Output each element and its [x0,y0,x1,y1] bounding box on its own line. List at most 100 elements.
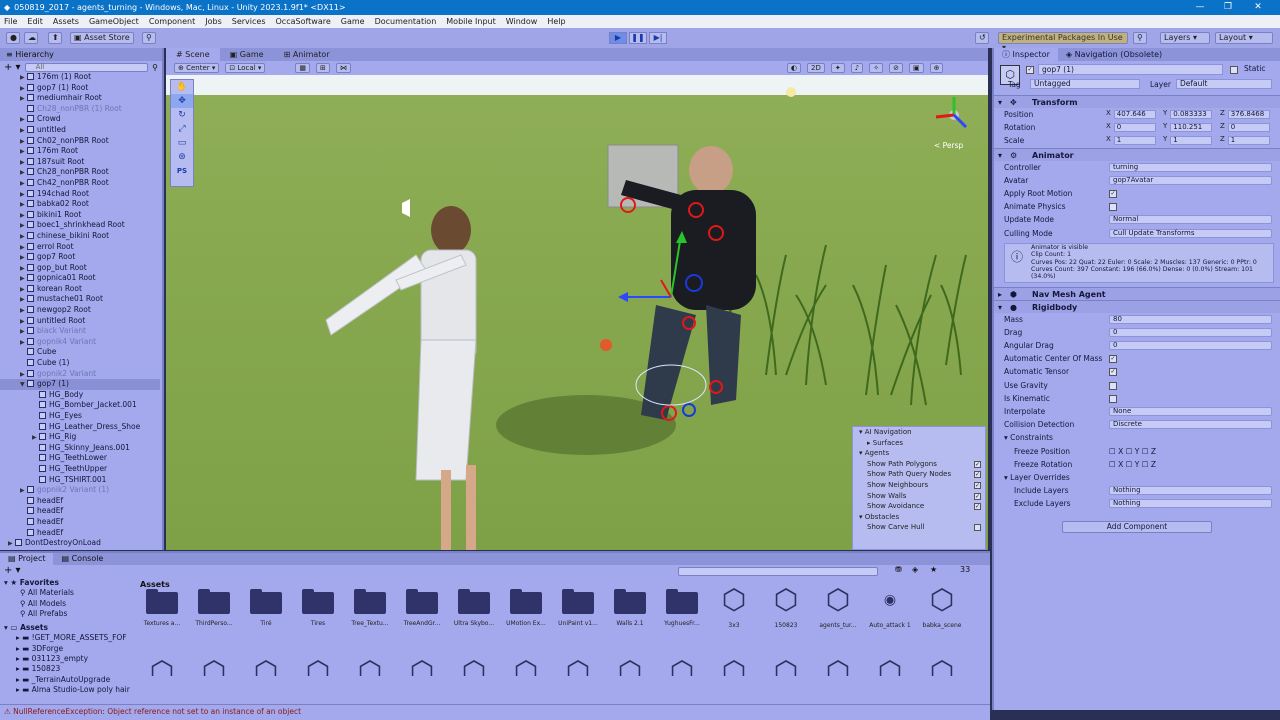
freeze-position-axes[interactable]: ☐ X ☐ Y ☐ Z [1109,445,1156,458]
ps-tool[interactable]: PS [171,164,193,178]
collab-icon[interactable]: ⬆ [48,32,62,44]
menu-item-occasoftware[interactable]: OccaSoftware [276,17,331,26]
asset-item-partial[interactable]: ⬡ [346,656,394,676]
animator-update-mode-field[interactable]: Normal [1109,215,1272,225]
hierarchy-item[interactable]: ▶ Crowd [0,114,160,125]
hand-tool-icon[interactable]: ✋ [171,80,193,94]
hierarchy-item[interactable]: HG_TSHIRT.001 [0,475,160,486]
hierarchy-item[interactable]: headEf [0,506,160,517]
transform-rotation-x[interactable]: X0 [1106,123,1156,133]
asset-item[interactable]: Tree_Textu... [346,584,394,627]
audio-source-icon[interactable] [402,199,410,217]
favorite-item[interactable]: ⚲ All Models [0,599,134,609]
obstacle-option-checkbox[interactable] [974,524,981,532]
menu-item-services[interactable]: Services [232,17,266,26]
hierarchy-item[interactable]: ▶ gopnik4 Variant [0,337,160,348]
favorite-icon[interactable]: ★ [930,565,937,574]
hierarchy-item[interactable]: HG_Bomber_Jacket.001 [0,400,160,411]
asset-item[interactable]: Ultra Skybo... [450,584,498,627]
rigidbody-drag-field[interactable]: 0 [1109,327,1272,337]
animator-controller-field[interactable]: turning [1109,162,1272,172]
asset-folder-item[interactable]: ▸ ▬ Alma Studio-Low poly hair [0,685,134,695]
transform-header[interactable]: ▾ ✥ Transform [994,95,1280,108]
2d-toggle[interactable]: 2D [807,63,825,73]
layer-dropdown[interactable]: Default [1176,79,1272,89]
add-icon[interactable]: + ▾ [4,62,21,73]
asset-item[interactable]: YughuesFr... [658,584,706,627]
rigidbody-is-kinematic-checkbox[interactable] [1109,394,1117,403]
asset-folder-item[interactable]: ▸ ▬ 150823 [0,664,134,674]
status-message[interactable]: NullReferenceException: Object reference… [13,707,301,716]
character-woman[interactable] [325,206,477,550]
space-dropdown[interactable]: ⊡ Local ▾ [225,63,266,73]
rigidbody-automatic-center-of-mass-checkbox[interactable]: ✓ [1109,355,1117,364]
maximize-button[interactable]: ❐ [1213,0,1243,15]
transform-position-x-field[interactable]: 407.646 [1113,110,1156,119]
hierarchy-item[interactable]: headEf [0,528,160,539]
exclude-layers-dropdown[interactable]: Nothing [1109,499,1272,509]
rigidbody-header[interactable]: ▾ ● Rigidbody [994,299,1280,313]
agent-option-checkbox[interactable]: ✓ [974,492,981,500]
animator-culling-mode-field[interactable]: Cull Update Transforms [1109,228,1272,238]
transform-scale-z-field[interactable]: 1 [1227,136,1270,146]
orientation-gizmo[interactable] [935,97,968,129]
transform-rotation-x-field[interactable]: 0 [1113,123,1156,133]
hierarchy-item[interactable]: headEf [0,496,160,507]
hierarchy-item[interactable]: ▶ gopnik2 Variant [0,369,160,380]
constraints-row[interactable]: ▾ Constraints [994,431,1280,444]
scene-viewport[interactable]: < Persp ✋ ✥ ↻ ⤢ ▭ ⊛ PS ▾ AI Navigation ▸… [166,75,988,550]
lighting-icon[interactable]: ✦ [830,63,845,73]
hierarchy-item[interactable]: Cube (1) [0,358,160,369]
menu-item-assets[interactable]: Assets [53,17,79,26]
perspective-label[interactable]: < Persp [934,141,963,150]
freeze-rotation-axes[interactable]: ☐ X ☐ Y ☐ Z [1109,458,1156,471]
active-checkbox[interactable]: ✓ [1026,66,1034,74]
hierarchy-item[interactable]: ▶ Ch02_nonPBR Root [0,136,160,147]
rect-tool-icon[interactable]: ▭ [171,136,193,150]
asset-item-partial[interactable]: ⬡ [242,656,290,676]
agent-option-checkbox[interactable]: ✓ [974,481,981,489]
asset-item-partial[interactable]: ⬡ [814,656,862,676]
hierarchy-item[interactable]: ▶ Ch28_nonPBR Root [0,167,160,178]
transform-scale-y-field[interactable]: 1 [1170,136,1213,146]
obstacles-section[interactable]: ▾ Obstacles [853,512,985,523]
rotate-tool-icon[interactable]: ↻ [171,108,193,122]
tab-project[interactable]: ▤ Project [0,553,54,565]
hierarchy-item[interactable]: ▶ black Variant [0,326,160,337]
account-icon[interactable]: ● [6,32,20,44]
asset-item[interactable]: ◉ Auto_attack 1 [866,584,914,629]
draw-mode-icon[interactable]: ◐ [786,63,802,73]
hidden-objects-icon[interactable]: ⊘ [889,63,903,73]
camera-icon[interactable]: ▣ [908,63,924,73]
hierarchy-item[interactable]: ▶ Ch42_nonPBR Root [0,178,160,189]
asset-item[interactable]: Tires [294,584,342,627]
increment-icon[interactable]: ⋈ [335,63,351,73]
menu-item-help[interactable]: Help [547,17,565,26]
cloud-icon[interactable]: ☁ [24,32,38,44]
hierarchy-item[interactable]: ▶ errol Root [0,242,160,253]
transform-position-y-field[interactable]: 0.083333 [1170,110,1213,119]
agent-option[interactable]: Show Walls ✓ [853,491,985,502]
agent-option-checkbox[interactable]: ✓ [974,503,981,511]
static-checkbox[interactable] [1230,66,1238,74]
layer-overrides-row[interactable]: ▾ Layer Overrides [994,471,1280,484]
rigidbody-use-gravity-checkbox[interactable] [1109,381,1117,390]
surfaces-section[interactable]: ▸ Surfaces [853,438,985,449]
add-component-button[interactable]: Add Component [1062,520,1212,533]
agents-section[interactable]: ▾ Agents [853,448,985,459]
hierarchy-item[interactable]: ▶ babka02 Root [0,199,160,210]
transform-scale-x-field[interactable]: 1 [1113,136,1156,146]
asset-item-partial[interactable]: ⬡ [294,656,342,676]
project-search-input[interactable] [678,567,878,576]
scale-tool-icon[interactable]: ⤢ [171,122,193,136]
hierarchy-item[interactable]: ▶ DontDestroyOnLoad [0,538,160,549]
search-icon[interactable]: ⚲ [1133,32,1147,44]
asset-item-partial[interactable]: ⬡ [606,656,654,676]
menu-item-gameobject[interactable]: GameObject [89,17,139,26]
hierarchy-item[interactable]: ▶ mediumhair Root [0,93,160,104]
menu-item-window[interactable]: Window [506,17,538,26]
close-button[interactable]: ✕ [1243,0,1273,15]
asset-item-partial[interactable]: ⬡ [450,656,498,676]
menu-item-file[interactable]: File [4,17,17,26]
tab-navigation[interactable]: ◈ Navigation (Obsolete) [1058,48,1170,61]
